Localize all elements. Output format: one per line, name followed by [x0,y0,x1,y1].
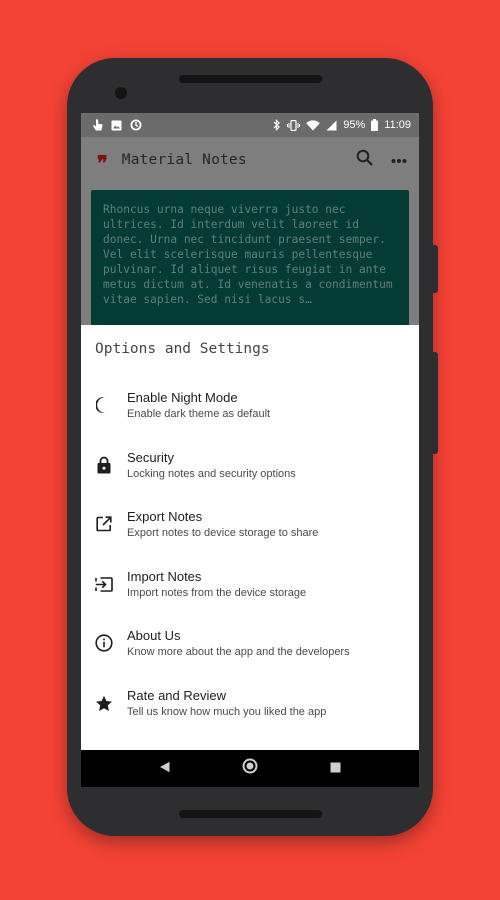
bluetooth-icon [273,119,281,131]
home-icon[interactable] [242,758,258,779]
sheet-title: Options and Settings [95,341,270,357]
export-icon [81,516,127,532]
signal-icon [326,120,337,131]
battery-percent: 95% [343,119,366,131]
option-subtitle: Enable dark theme as default [127,407,271,420]
touch-icon [91,118,103,132]
option-subtitle: Tell us know how much you liked the app [127,705,327,718]
wifi-icon [306,119,321,131]
bottom-speaker [179,810,322,818]
options-bottom-sheet: Options and Settings Enable Night Mode E… [81,325,419,750]
front-camera [115,87,127,99]
info-icon [81,634,127,652]
app-title: Material Notes [121,152,247,168]
option-about-us[interactable]: About Us Know more about the app and the… [81,615,419,671]
moon-icon [81,396,127,414]
back-icon[interactable] [159,760,171,778]
star-icon [81,695,127,712]
option-security[interactable]: Security Locking notes and security opti… [81,437,419,493]
app-toolbar: ❞ Material Notes [81,137,419,183]
recents-icon[interactable] [330,760,341,778]
system-nav-bar [81,750,419,787]
vibrate-icon [287,119,301,131]
option-title: Import Notes [127,568,202,584]
option-night-mode[interactable]: Enable Night Mode Enable dark theme as d… [81,377,419,433]
import-icon [81,576,127,592]
option-title: Export Notes [127,508,203,524]
option-import-notes[interactable]: Import Notes Import notes from the devic… [81,556,419,612]
clock: 11:09 [384,119,411,131]
option-export-notes[interactable]: Export Notes Export notes to device stor… [81,496,419,552]
option-subtitle: Locking notes and security options [127,467,296,480]
phone-screen: 95% 11:09 ❞ Material Notes Rhoncus urna … [81,113,419,787]
battery-icon [371,119,379,131]
search-icon[interactable] [356,149,373,171]
lock-icon [81,456,127,474]
option-title: Security [127,449,174,465]
option-subtitle: Import notes from the device storage [127,586,307,599]
note-card[interactable]: Rhoncus urna neque viverra justo nec ult… [91,190,409,340]
option-rate-review[interactable]: Rate and Review Tell us know how much yo… [81,675,419,731]
option-subtitle: Export notes to device storage to share [127,526,319,539]
option-subtitle: Know more about the app and the develope… [127,645,350,658]
more-options-icon[interactable] [391,151,407,169]
volume-button [433,352,438,454]
image-icon [111,120,122,131]
sync-icon [130,119,142,131]
status-bar: 95% 11:09 [81,113,419,137]
option-title: Rate and Review [127,687,226,703]
app-logo-icon: ❞ [97,151,108,175]
power-button [433,245,438,293]
note-preview-text: Rhoncus urna neque viverra justo nec ult… [103,203,393,306]
option-title: Enable Night Mode [127,389,238,405]
top-speaker [179,75,322,83]
option-title: About Us [127,627,181,643]
